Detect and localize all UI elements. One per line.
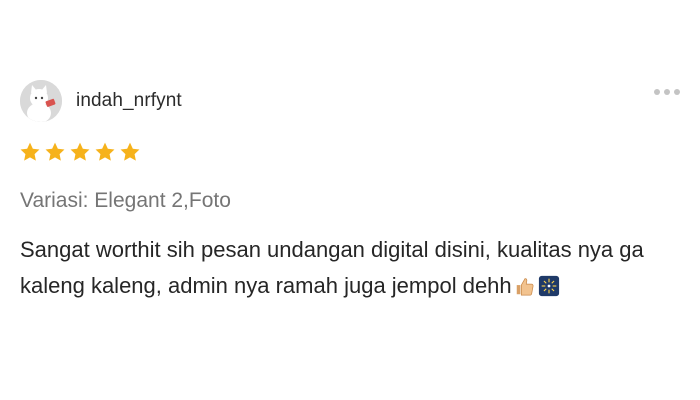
star-icon bbox=[70, 142, 90, 161]
more-dot bbox=[654, 89, 660, 95]
star-icon bbox=[95, 142, 115, 161]
more-dot bbox=[674, 89, 680, 95]
review-text-block: Sangat worthit sih pesan undangan digita… bbox=[20, 232, 680, 304]
star-icon bbox=[120, 142, 140, 161]
avatar[interactable] bbox=[20, 80, 62, 122]
variant-label: Variasi: Elegant 2,Foto bbox=[20, 189, 231, 212]
star-rating bbox=[19, 141, 141, 163]
fireworks-emoji-icon bbox=[538, 275, 559, 297]
star-icon bbox=[45, 142, 65, 161]
thumbs-up-emoji-icon bbox=[516, 278, 534, 296]
review-card: indah_nrfynt Variasi: Elegant 2,Foto San… bbox=[0, 0, 700, 400]
white-cat-avatar-icon bbox=[20, 80, 62, 122]
more-dot bbox=[664, 89, 670, 95]
reviewer-username[interactable]: indah_nrfynt bbox=[76, 90, 182, 112]
more-options-icon[interactable] bbox=[654, 86, 684, 98]
star-icon bbox=[20, 142, 40, 161]
